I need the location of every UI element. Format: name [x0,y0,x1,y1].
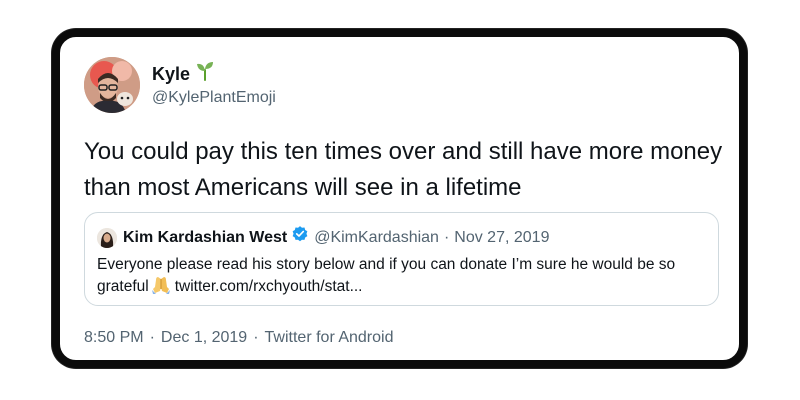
quoted-tweet[interactable]: Kim Kardashian West @KimKardashian · Nov… [84,212,719,306]
tweet-meta: 8:50 PM · Dec 1, 2019 · Twitter for Android [84,328,393,348]
tweet-time[interactable]: 8:50 PM [84,329,144,346]
quoted-author-name[interactable]: Kim Kardashian West [123,227,287,249]
meta-separator-2: · [253,329,259,346]
quoted-date[interactable]: Nov 27, 2019 [454,227,549,249]
quoted-tweet-header: Kim Kardashian West @KimKardashian · Nov… [97,225,706,250]
tweet-text: You could pay this ten times over and st… [84,138,723,201]
quoted-link[interactable]: twitter.com/rxchyouth/stat... [175,278,363,295]
tweet-card: Kyle @KylePlantEmoji You could pay this … [52,29,747,368]
avatar-icon[interactable] [84,57,140,113]
seedling-icon [196,61,214,86]
meta-separator: · [149,329,155,346]
author-handle[interactable]: @KylePlantEmoji [152,87,276,109]
tweet-date[interactable]: Dec 1, 2019 [161,329,247,346]
author-name-line[interactable]: Kyle [152,61,276,86]
folded-hands-icon [151,276,171,301]
quoted-tweet-text: Everyone please read his story below and… [97,254,709,301]
tweet-source[interactable]: Twitter for Android [265,329,394,346]
author-names: Kyle @KylePlantEmoji [152,61,276,109]
quoted-author-handle[interactable]: @KimKardashian [314,227,439,249]
quoted-separator: · [443,228,450,246]
author-name[interactable]: Kyle [152,63,190,85]
verified-badge-icon [291,225,309,250]
quoted-avatar-icon[interactable] [97,227,117,248]
tweet-author[interactable]: Kyle @KylePlantEmoji [84,57,276,113]
